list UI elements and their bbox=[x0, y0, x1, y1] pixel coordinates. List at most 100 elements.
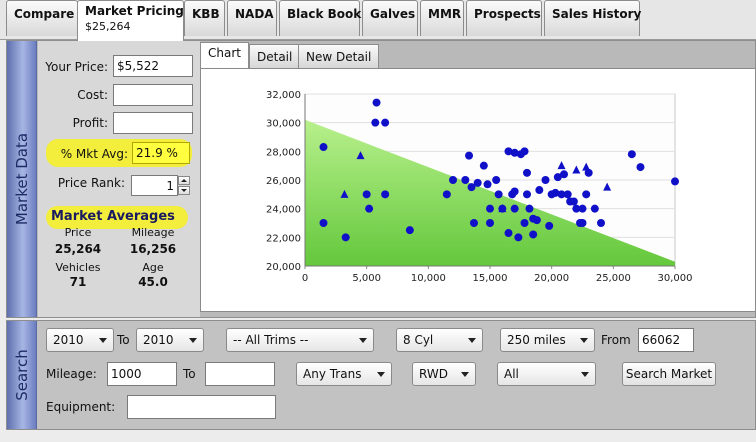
data-point bbox=[371, 118, 380, 127]
tab-mmr[interactable]: MMR bbox=[420, 0, 464, 36]
drive-select[interactable]: RWD bbox=[412, 362, 476, 386]
avg-mileage-label: Mileage bbox=[131, 226, 175, 239]
data-point bbox=[510, 204, 519, 213]
x-tick-label: 10,000 bbox=[411, 273, 446, 284]
select-value: RWD bbox=[419, 367, 448, 381]
tab-nada[interactable]: NADA bbox=[227, 0, 277, 36]
cylinders-select[interactable]: 8 Cyl bbox=[396, 328, 483, 352]
select-value: 2010 bbox=[143, 333, 174, 347]
tab-label: Detail bbox=[257, 50, 293, 64]
data-point bbox=[590, 204, 599, 213]
mileage-label: Mileage: bbox=[46, 367, 97, 381]
tab-compare[interactable]: Compare bbox=[6, 0, 78, 36]
scatter-chart: 20,000 22,000 24,000 26,000 28,000 30,000 32,0… bbox=[266, 90, 693, 284]
data-point bbox=[341, 233, 350, 242]
zip-input[interactable] bbox=[638, 328, 694, 352]
tab-label: Chart bbox=[208, 46, 241, 60]
transmission-select[interactable]: Any Trans bbox=[296, 362, 392, 386]
tab-label: Prospects bbox=[474, 7, 541, 21]
data-point bbox=[569, 197, 578, 206]
tab-label: Black Book bbox=[287, 7, 362, 21]
radius-select[interactable]: 250 miles bbox=[500, 328, 595, 352]
data-point bbox=[535, 186, 544, 195]
cost-label: Cost: bbox=[77, 88, 108, 102]
avg-price-label: Price bbox=[64, 226, 92, 239]
select-value: 8 Cyl bbox=[403, 333, 434, 347]
tab-label: Galves bbox=[370, 7, 416, 21]
data-point bbox=[469, 219, 478, 227]
y-tick-label: 24,000 bbox=[266, 205, 301, 216]
button-label: Search Market bbox=[625, 367, 713, 381]
market-averages-title: Market Averages bbox=[51, 209, 175, 224]
data-point bbox=[473, 178, 482, 187]
age-value: 45.0 bbox=[138, 275, 168, 289]
data-point bbox=[483, 180, 492, 189]
data-point bbox=[486, 219, 494, 227]
chevron-down-icon bbox=[181, 189, 187, 192]
equipment-label: Equipment: bbox=[46, 400, 116, 414]
x-tick-label: 30,000 bbox=[658, 273, 693, 284]
tab-kbb[interactable]: KBB bbox=[184, 0, 225, 36]
tab-market-pricing[interactable]: Market Pricing $25,264 bbox=[77, 0, 184, 41]
other-select[interactable]: All bbox=[497, 362, 596, 386]
equipment-input[interactable] bbox=[127, 395, 276, 419]
tab-chart[interactable]: Chart bbox=[200, 42, 249, 68]
mileage-from-input[interactable] bbox=[107, 362, 177, 386]
price-rank-input[interactable] bbox=[131, 175, 178, 196]
tab-label: KBB bbox=[192, 7, 220, 21]
age-label: Age bbox=[142, 261, 164, 274]
top-tab-bar: Compare Market Pricing $25,264 KBB NADA … bbox=[0, 0, 756, 41]
data-point bbox=[461, 176, 470, 184]
data-point bbox=[541, 176, 550, 184]
data-point bbox=[449, 176, 457, 184]
avg-mileage-value: 16,256 bbox=[129, 242, 177, 256]
your-price-input[interactable] bbox=[113, 55, 193, 77]
x-tick-label: 20,000 bbox=[534, 273, 569, 284]
x-tick-label: 5,000 bbox=[352, 273, 381, 284]
cost-input[interactable] bbox=[113, 84, 193, 106]
tab-prospects[interactable]: Prospects bbox=[466, 0, 542, 36]
tab-label: MMR bbox=[428, 7, 462, 21]
data-point bbox=[504, 229, 513, 238]
search-strip: Search bbox=[7, 321, 37, 429]
data-point bbox=[520, 147, 529, 156]
x-tick-label: 0 bbox=[302, 273, 308, 284]
trims-select[interactable]: -- All Trims -- bbox=[226, 328, 374, 352]
spin-down-button[interactable] bbox=[178, 186, 190, 195]
tab-label: Market Pricing bbox=[85, 4, 184, 18]
data-point bbox=[381, 118, 390, 127]
tab-new-detail[interactable]: New Detail bbox=[298, 44, 380, 68]
mileage-to-input[interactable] bbox=[205, 362, 275, 386]
chevron-up-icon bbox=[181, 179, 187, 182]
tab-black-book[interactable]: Black Book bbox=[279, 0, 362, 36]
data-point bbox=[479, 161, 488, 170]
your-price-label: Your Price: bbox=[45, 60, 108, 74]
data-point bbox=[381, 190, 390, 199]
profit-input[interactable] bbox=[113, 112, 193, 134]
year-from-select[interactable]: 2010 bbox=[46, 328, 114, 352]
data-point bbox=[365, 204, 374, 213]
pct-mkt-avg-input[interactable] bbox=[132, 142, 190, 164]
data-point bbox=[671, 177, 679, 186]
data-point bbox=[578, 204, 587, 213]
data-point bbox=[492, 176, 501, 184]
data-point bbox=[372, 98, 381, 107]
data-point bbox=[514, 233, 523, 242]
year-to-select[interactable]: 2010 bbox=[136, 328, 204, 352]
vehicles-value: 71 bbox=[69, 275, 87, 289]
tab-label: Sales History bbox=[552, 7, 642, 21]
from-label: From bbox=[601, 333, 631, 347]
data-point bbox=[520, 219, 529, 227]
tab-detail[interactable]: Detail bbox=[249, 44, 301, 68]
tab-sales-history[interactable]: Sales History bbox=[544, 0, 642, 36]
select-value: All bbox=[504, 367, 519, 381]
data-point bbox=[319, 219, 328, 227]
spin-up-button[interactable] bbox=[178, 176, 190, 185]
data-point bbox=[627, 150, 636, 159]
data-point bbox=[525, 204, 534, 213]
y-tick-label: 22,000 bbox=[266, 233, 301, 244]
year-to-label: To bbox=[117, 333, 130, 347]
tab-galves[interactable]: Galves bbox=[362, 0, 418, 36]
select-value: -- All Trims -- bbox=[233, 333, 309, 347]
search-market-button[interactable]: Search Market bbox=[622, 362, 716, 386]
